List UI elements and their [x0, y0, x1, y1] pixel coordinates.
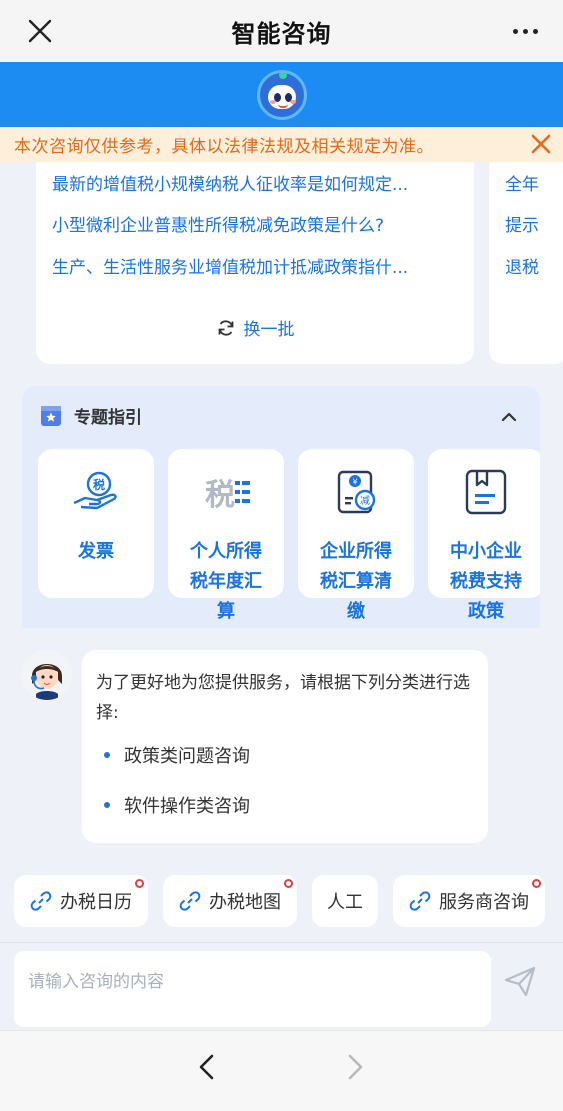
bullet-dot-icon [104, 802, 110, 808]
topic-tile-label: 中小企业税费支持政策 [428, 537, 540, 627]
close-button[interactable] [22, 13, 58, 49]
notification-badge [284, 879, 293, 888]
topic-tile-label-text: 中小企业税费支持政策 [450, 541, 522, 622]
agent-avatar [22, 650, 72, 700]
notification-badge [532, 879, 541, 888]
close-icon [28, 19, 52, 43]
question-link[interactable]: 生产、生活性服务业增值税加计抵减政策指什... [52, 253, 408, 278]
forward-chevron-icon[interactable] [338, 1051, 370, 1083]
money-bag-icon: ¥ 减 [337, 470, 376, 514]
shortcut-label: 办税地图 [209, 892, 281, 913]
back-chevron-icon[interactable] [192, 1051, 224, 1083]
topic-tile-label-text: 个人所得税年度汇算 [190, 541, 262, 622]
more-dot-icon [512, 28, 518, 34]
notification-badge [135, 879, 144, 888]
invoice-hand-icon: 税 [73, 471, 117, 510]
category-option-policy[interactable]: 政策类问题咨询 [104, 742, 250, 768]
tax-doc-icon: 税 [205, 478, 250, 513]
category-option-label: 政策类问题咨询 [124, 746, 250, 767]
svg-text:税: 税 [205, 478, 235, 513]
top-bar: 智能咨询 [0, 0, 563, 62]
assistant-message-bubble: 为了更好地为您提供服务，请根据下列分类进行选择: 政策类问题咨询 软件操作类咨询 [82, 650, 488, 843]
topic-guide-panel: 专题指引 税 发票 税 个人所得税年度汇算 ¥ 减 企业所得税汇算清缴 中小企业… [22, 386, 540, 628]
close-icon [531, 134, 551, 154]
link-icon [179, 891, 201, 911]
question-link[interactable]: 提示 [505, 211, 539, 236]
hot-questions-card: 最新的增值税小规模纳税人征收率是如何规定... 小型微利企业普惠性所得税减免政策… [36, 150, 474, 364]
more-dot-icon [532, 28, 538, 34]
category-option-software[interactable]: 软件操作类咨询 [104, 792, 250, 818]
question-link[interactable]: 最新的增值税小规模纳税人征收率是如何规定... [52, 170, 408, 195]
browser-bottom-nav [0, 1030, 563, 1111]
shortcut-label: 服务商咨询 [439, 892, 529, 913]
link-icon [30, 891, 52, 911]
question-link[interactable]: 退税 [505, 253, 539, 278]
send-icon[interactable] [502, 963, 538, 999]
topic-guide-title: 专题指引 [74, 408, 142, 428]
page-title: 智能咨询 [231, 19, 332, 48]
disclaimer-text: 本次咨询仅供参考，具体以法律法规及相关规定为准。 [14, 137, 434, 157]
svg-text:¥: ¥ [352, 478, 357, 487]
topic-tile-invoice[interactable]: 税 发票 [38, 449, 154, 598]
topic-tile-label: 个人所得税年度汇算 [168, 537, 284, 627]
shortcut-human-agent[interactable]: 人工 [312, 875, 378, 927]
input-bar [0, 942, 563, 1030]
bullet-dot-icon [104, 752, 110, 758]
topic-tile-sme-tax-support[interactable]: 中小企业税费支持政策 [428, 449, 540, 622]
robot-mascot-icon [256, 69, 307, 120]
hot-questions-card-next: 全年 提示 退税 [489, 150, 563, 364]
topic-tile-label: 发票 [78, 541, 114, 562]
notice-close-button[interactable] [527, 130, 555, 158]
question-link[interactable]: 小型微利企业普惠性所得税减免政策是什么? [52, 211, 384, 236]
topic-guide-header: 专题指引 [40, 403, 142, 428]
bookmark-doc-icon [465, 469, 507, 515]
shortcut-label: 人工 [327, 892, 363, 913]
topic-tile-label: 企业所得税汇算清缴 [298, 537, 414, 627]
question-input[interactable] [14, 951, 491, 1027]
shortcut-service-provider[interactable]: 服务商咨询 [393, 875, 545, 927]
topic-tile-corporate-income-tax[interactable]: ¥ 减 企业所得税汇算清缴 [298, 449, 414, 622]
category-option-label: 软件操作类咨询 [124, 796, 250, 817]
refresh-label: 换一批 [243, 320, 295, 340]
svg-text:减: 减 [360, 495, 370, 507]
shortcut-tax-map[interactable]: 办税地图 [163, 875, 297, 927]
topic-tile-label-text: 企业所得税汇算清缴 [320, 541, 392, 622]
collapse-chevron-up-icon[interactable] [498, 406, 520, 428]
assistant-banner [0, 62, 563, 127]
refresh-button[interactable]: 换一批 [36, 315, 474, 340]
topic-tile-personal-income-tax[interactable]: 税 个人所得税年度汇算 [168, 449, 284, 622]
star-doc-icon [41, 405, 61, 426]
shortcut-tax-calendar[interactable]: 办税日历 [14, 875, 148, 927]
link-icon [409, 891, 431, 911]
disclaimer-notice: 本次咨询仅供参考，具体以法律法规及相关规定为准。 [0, 127, 563, 162]
more-dot-icon [522, 28, 528, 34]
more-button[interactable] [507, 16, 543, 46]
assistant-message-text: 为了更好地为您提供服务，请根据下列分类进行选择: [96, 673, 470, 723]
customer-service-agent-icon [22, 650, 72, 700]
svg-text:税: 税 [93, 477, 105, 492]
shortcut-label: 办税日历 [60, 892, 132, 913]
question-link[interactable]: 全年 [505, 170, 539, 195]
refresh-icon [218, 319, 233, 336]
